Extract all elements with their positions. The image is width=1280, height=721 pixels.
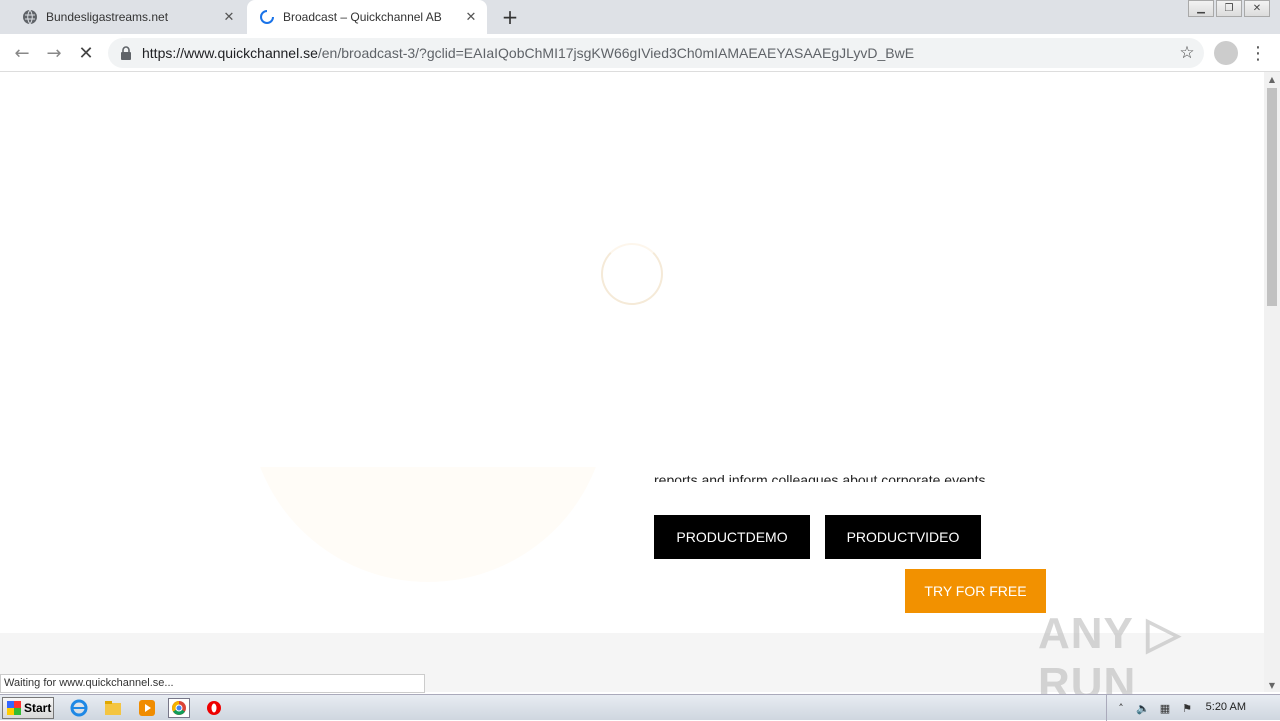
address-bar[interactable]: https://www.quickchannel.se/en/broadcast… [108,38,1204,68]
tab-strip: Bundesligastreams.net ✕ Broadcast – Quic… [0,0,1280,34]
action-center-flag-icon[interactable]: ⚑ [1179,700,1195,716]
tab-title: Bundesligastreams.net [46,10,169,24]
page-viewport: reports and inform colleagues about corp… [0,72,1264,692]
close-tab-icon[interactable]: ✕ [461,7,481,27]
file-explorer-icon[interactable] [102,698,124,718]
show-hidden-icons-icon[interactable]: ˄ [1113,700,1129,716]
volume-icon[interactable]: 🔈 [1135,700,1151,716]
productvideo-button[interactable]: PRODUCTVIDEO [825,515,981,559]
opera-icon[interactable] [203,698,225,718]
kebab-menu-icon[interactable]: ⋮ [1248,41,1268,65]
media-player-icon[interactable] [136,698,158,718]
loading-spinner-icon [260,10,274,24]
url-text: https://www.quickchannel.se/en/broadcast… [142,45,914,61]
url-path: /en/broadcast-3/?gclid=EAIaIQobChMI17jsg… [317,45,915,61]
profile-avatar-icon[interactable] [1214,41,1238,65]
chrome-icon[interactable] [168,698,190,718]
vertical-scrollbar[interactable]: ▲ ▼ [1264,72,1280,692]
browser-toolbar: ← → ✕ https://www.quickchannel.se/en/bro… [0,34,1280,72]
network-icon[interactable]: ▦ [1157,700,1173,716]
url-host: https://www.quickchannel.se [142,45,318,61]
back-button[interactable]: ← [10,41,34,65]
minimize-button[interactable]: ▁ [1188,0,1214,17]
tab-bundesligastreams[interactable]: Bundesligastreams.net ✕ [10,0,245,34]
hero-description: reports and inform colleagues about corp… [654,472,990,482]
system-tray: ˄ 🔈 ▦ ⚑ [1106,695,1280,721]
loading-spinner-icon [601,243,663,305]
start-label: Start [24,701,52,715]
new-tab-button[interactable]: + [499,5,521,29]
forward-button[interactable]: → [42,41,66,65]
bookmark-star-icon[interactable]: ☆ [1178,43,1196,63]
lock-icon [121,46,131,60]
windows-taskbar: Start ˄ 🔈 ▦ ⚑ 5:20 AM [0,694,1280,721]
tab-title: Broadcast – Quickchannel AB [283,10,442,24]
start-button[interactable]: Start [2,697,54,719]
close-window-button[interactable]: ✕ [1244,0,1270,17]
window-controls: ▁ ❐ ✕ [1186,0,1270,17]
globe-icon [23,9,37,25]
tab-broadcast[interactable]: Broadcast – Quickchannel AB ✕ [247,0,487,34]
scroll-thumb[interactable] [1267,88,1277,306]
taskbar-clock[interactable]: 5:20 AM [1206,701,1246,713]
windows-logo-icon [7,701,21,715]
scroll-up-arrow-icon[interactable]: ▲ [1264,72,1280,86]
productdemo-button[interactable]: PRODUCTDEMO [654,515,810,559]
restore-button[interactable]: ❐ [1216,0,1242,17]
close-tab-icon[interactable]: ✕ [219,7,239,27]
try-for-free-button[interactable]: TRY FOR FREE [905,569,1046,613]
stop-loading-button[interactable]: ✕ [74,41,98,65]
internet-explorer-icon[interactable] [68,698,90,718]
status-bubble: Waiting for www.quickchannel.se... [0,674,425,693]
